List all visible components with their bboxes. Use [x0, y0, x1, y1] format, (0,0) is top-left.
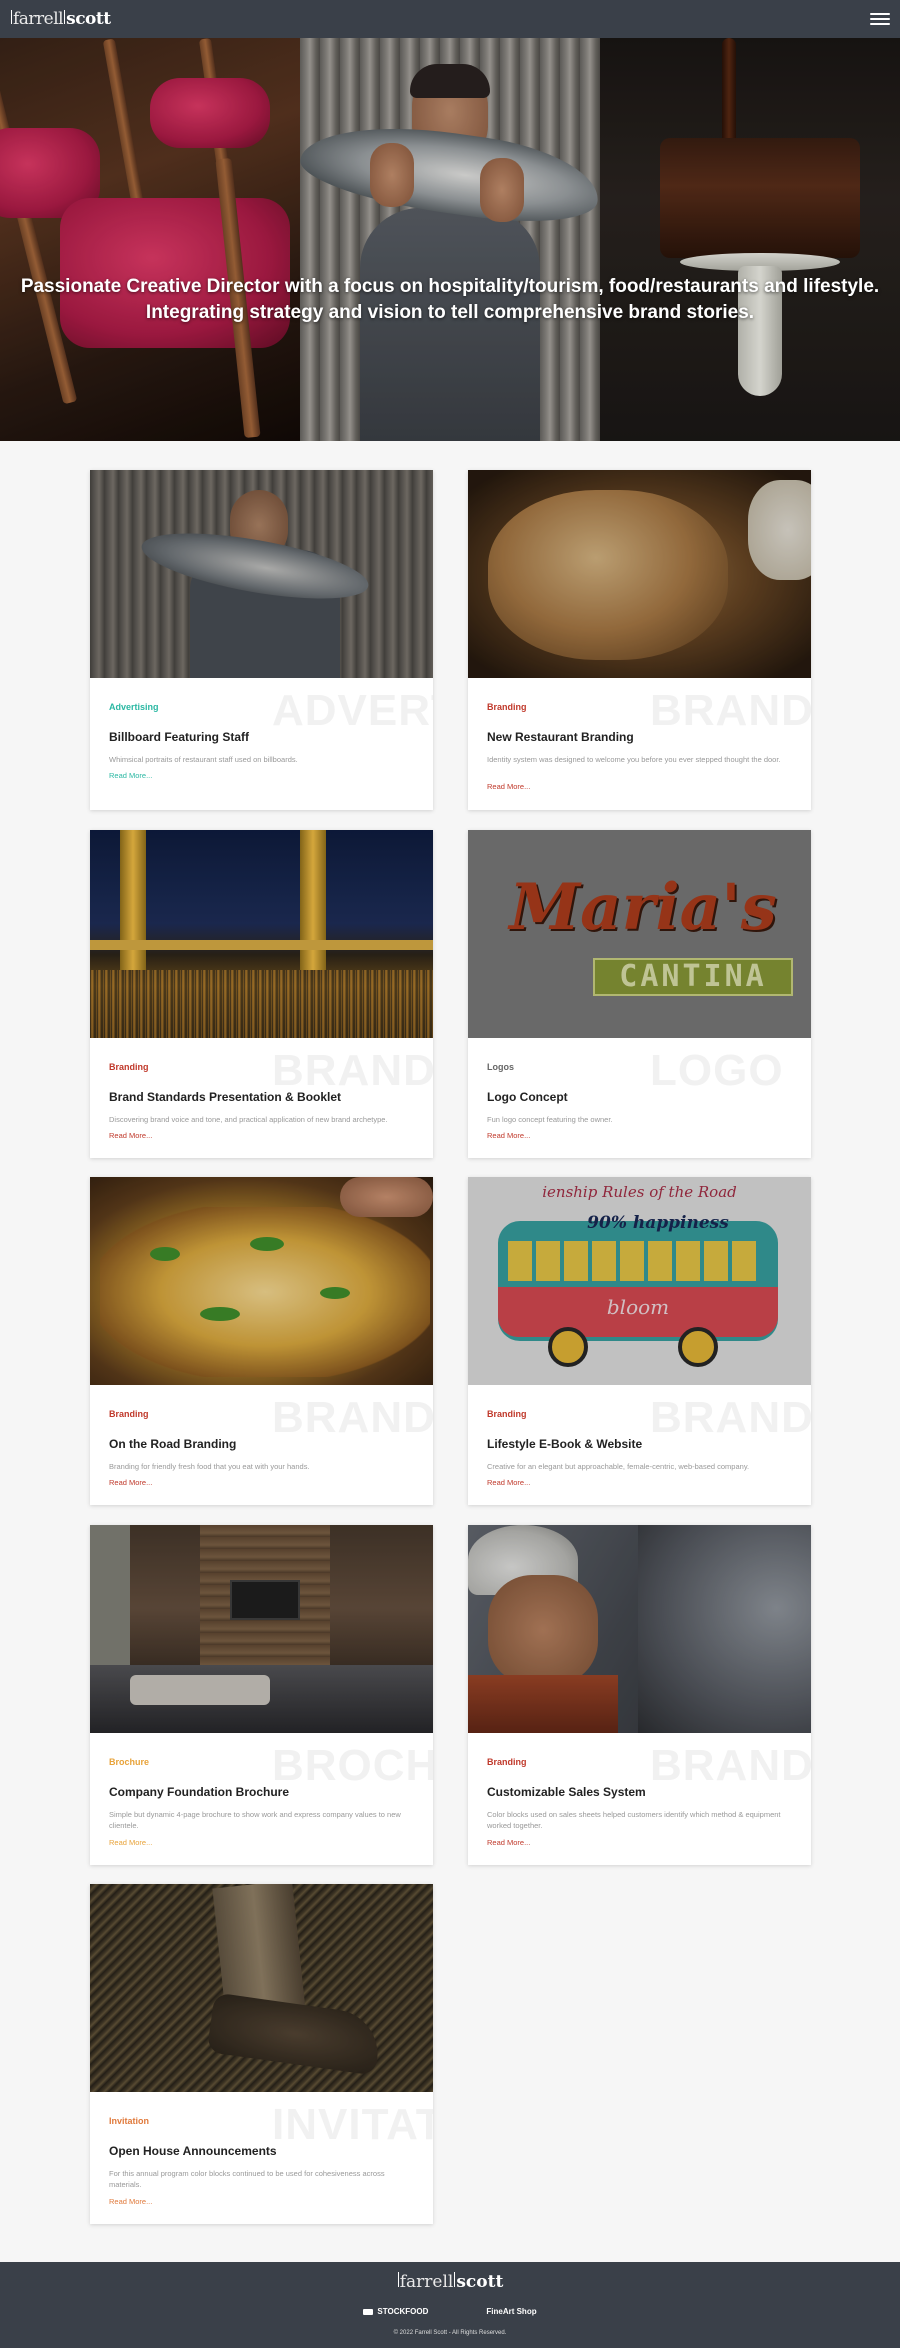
- card-image: ienship Rules of the Road 90% happiness …: [468, 1177, 811, 1385]
- card-watermark: BROCHU: [272, 1741, 433, 1790]
- card-image: [468, 1525, 811, 1733]
- logo-text-farrell: farrell: [13, 9, 64, 29]
- logo-bar: [11, 10, 12, 24]
- card-category[interactable]: Branding: [109, 1062, 149, 1072]
- footer-link-stockfood[interactable]: STOCKFOOD: [363, 2307, 428, 2316]
- read-more-link[interactable]: Read More...: [487, 782, 530, 791]
- card-title[interactable]: On the Road Branding: [109, 1437, 236, 1451]
- read-more-link[interactable]: Read More...: [109, 1478, 152, 1487]
- card-category[interactable]: Advertising: [109, 702, 159, 712]
- footer-copyright: © 2022 Farrell Scott - All Rights Reserv…: [393, 2330, 507, 2336]
- footer-links: STOCKFOOD FineArt Shop: [0, 2307, 900, 2316]
- card-description: Branding for friendly fresh food that yo…: [109, 1462, 310, 1471]
- menu-line: [870, 18, 890, 20]
- card-image: [90, 470, 433, 678]
- hero-tagline: Passionate Creative Director with a focu…: [20, 274, 880, 326]
- card-description: Fun logo concept featuring the owner.: [487, 1115, 613, 1124]
- card-watermark: BRAND: [272, 1393, 433, 1442]
- logo-bar: [64, 10, 66, 24]
- card-description: Identity system was designed to welcome …: [487, 755, 781, 764]
- card-image: [90, 1177, 433, 1385]
- card-title[interactable]: Open House Announcements: [109, 2144, 277, 2158]
- card-image: [90, 830, 433, 1038]
- card-description: Discovering brand voice and tone, and pr…: [109, 1115, 388, 1124]
- card-watermark: BRAND: [650, 686, 811, 735]
- card-category[interactable]: Brochure: [109, 1757, 149, 1767]
- read-more-link[interactable]: Read More...: [487, 1131, 530, 1140]
- site-logo[interactable]: farrell scott: [10, 9, 111, 29]
- portfolio-card[interactable]: BRAND Branding Brand Standards Presentat…: [90, 830, 433, 1158]
- hero-tagline-line2: Integrating strategy and vision to tell …: [145, 302, 755, 323]
- card-image: [90, 1525, 433, 1733]
- hero-overlay: [0, 38, 900, 441]
- read-more-link[interactable]: Read More...: [109, 1838, 152, 1847]
- footer-link-fineart[interactable]: FineArt Shop: [486, 2307, 536, 2316]
- read-more-link[interactable]: Read More...: [109, 1131, 152, 1140]
- stockfood-label: STOCKFOOD: [377, 2307, 429, 2316]
- card-description: For this annual program color blocks con…: [109, 2169, 385, 2189]
- logo-bar: [397, 2272, 399, 2287]
- hamburger-menu-icon[interactable]: [870, 11, 890, 27]
- card-watermark: BRAND: [650, 1393, 811, 1442]
- card-description: Creative for an elegant but approachable…: [487, 1462, 750, 1471]
- card-title[interactable]: Brand Standards Presentation & Booklet: [109, 1090, 341, 1104]
- card-watermark: ADVERTI: [272, 686, 433, 735]
- card-description: Whimsical portraits of restaurant staff …: [109, 755, 298, 764]
- card-image: Maria's CANTINA: [468, 830, 811, 1038]
- portfolio-card[interactable]: BRAND Branding On the Road Branding Bran…: [90, 1177, 433, 1505]
- card-watermark: LOGO: [650, 1046, 784, 1095]
- footer-logo-scott: scott: [456, 2272, 504, 2292]
- portfolio-card[interactable]: BRAND Branding New Restaurant Branding I…: [468, 470, 811, 810]
- portfolio-card[interactable]: ADVERTI Advertising Billboard Featuring …: [90, 470, 433, 810]
- card-category[interactable]: Branding: [487, 1409, 527, 1419]
- card-image: [90, 1884, 433, 2092]
- read-more-link[interactable]: Read More...: [487, 1478, 530, 1487]
- card-description: Simple but dynamic 4-page brochure to sh…: [109, 1810, 401, 1830]
- card-category[interactable]: Logos: [487, 1062, 514, 1072]
- card-watermark: BRAND: [650, 1741, 811, 1790]
- footer-logo[interactable]: farrell scott: [0, 2272, 900, 2292]
- card-image: [468, 470, 811, 678]
- card-category[interactable]: Branding: [109, 1409, 149, 1419]
- card-watermark: INVITAT: [272, 2100, 433, 2149]
- logo-text-scott: scott: [66, 9, 111, 29]
- top-navbar: farrell scott: [0, 0, 900, 38]
- portfolio-card[interactable]: BRAND Branding Customizable Sales System…: [468, 1525, 811, 1865]
- card-watermark: BRAND: [272, 1046, 433, 1095]
- card-title[interactable]: Company Foundation Brochure: [109, 1785, 289, 1799]
- portfolio-card[interactable]: ienship Rules of the Road 90% happiness …: [468, 1177, 811, 1505]
- hero-tagline-line1: Passionate Creative Director with a focu…: [20, 276, 880, 297]
- read-more-link[interactable]: Read More...: [109, 771, 152, 780]
- card-title[interactable]: Billboard Featuring Staff: [109, 730, 249, 744]
- card-title[interactable]: Logo Concept: [487, 1090, 568, 1104]
- card-category[interactable]: Branding: [487, 702, 527, 712]
- card-category[interactable]: Branding: [487, 1757, 527, 1767]
- read-more-link[interactable]: Read More...: [487, 1838, 530, 1847]
- card-title[interactable]: Lifestyle E-Book & Website: [487, 1437, 642, 1451]
- read-more-link[interactable]: Read More...: [109, 2197, 152, 2206]
- logo-bar: [454, 2272, 456, 2287]
- stockfood-icon: [363, 2308, 374, 2315]
- portfolio-card[interactable]: INVITAT Invitation Open House Announceme…: [90, 1884, 433, 2224]
- card-title[interactable]: New Restaurant Branding: [487, 730, 634, 744]
- portfolio-card[interactable]: BROCHU Brochure Company Foundation Broch…: [90, 1525, 433, 1865]
- portfolio-card[interactable]: Maria's CANTINA LOGO Logos Logo Concept …: [468, 830, 811, 1158]
- site-footer: farrell scott STOCKFOOD FineArt Shop © 2…: [0, 2262, 900, 2348]
- card-category[interactable]: Invitation: [109, 2116, 149, 2126]
- card-title[interactable]: Customizable Sales System: [487, 1785, 646, 1799]
- card-description: Color blocks used on sales sheets helped…: [487, 1810, 781, 1830]
- menu-line: [870, 13, 890, 15]
- footer-logo-farrell: farrell: [399, 2272, 454, 2292]
- menu-line: [870, 23, 890, 25]
- hero-banner: Passionate Creative Director with a focu…: [0, 38, 900, 441]
